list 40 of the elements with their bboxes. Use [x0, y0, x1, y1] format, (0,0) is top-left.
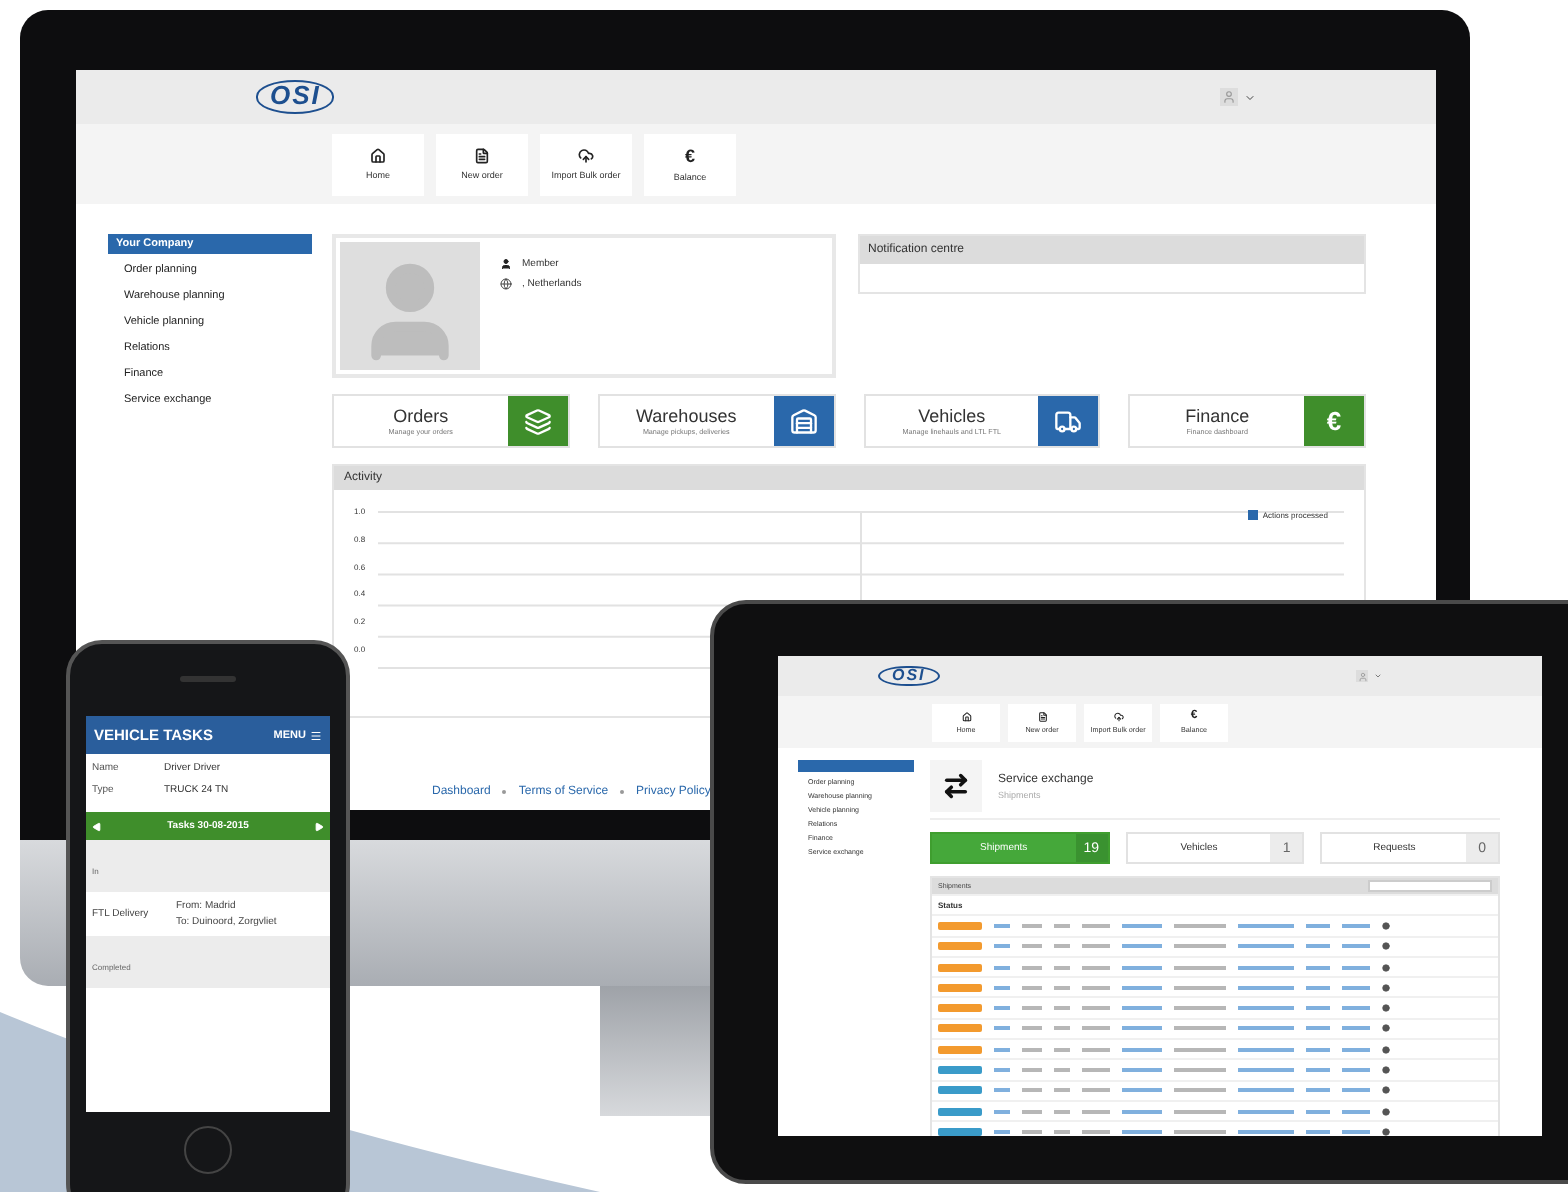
row-action-icon[interactable]: [1382, 1086, 1390, 1095]
next-icon[interactable]: [314, 821, 324, 831]
truck-icon: [1054, 407, 1083, 435]
cloud-upload-icon: [578, 148, 594, 164]
home-key: [184, 1126, 232, 1174]
user-icon[interactable]: [1357, 671, 1367, 681]
logo: OSI: [256, 80, 335, 114]
row-action-icon[interactable]: [1382, 983, 1390, 992]
home-icon: [961, 711, 971, 721]
cloud-upload-icon: [1113, 711, 1123, 721]
row-action-icon[interactable]: [1382, 1066, 1390, 1075]
tile-title: Vehicles: [918, 406, 986, 426]
globe-icon: [500, 278, 512, 290]
legend-swatch: [1248, 510, 1259, 520]
logo: OSI: [878, 665, 940, 687]
avatar-silhouette: [340, 242, 480, 370]
menu-icon: [310, 729, 322, 741]
layers-icon: [523, 407, 552, 435]
row-action-icon[interactable]: [1382, 1004, 1390, 1013]
warehouse-icon: [789, 407, 817, 435]
document-icon: [1037, 711, 1047, 721]
row-action-icon[interactable]: [1382, 921, 1390, 930]
row-action-icon[interactable]: [1382, 1107, 1390, 1116]
exchange-icon: [942, 772, 970, 800]
search-field[interactable]: [1368, 880, 1492, 892]
tile-title: Finance: [1185, 406, 1250, 426]
home-icon: [370, 148, 386, 164]
tile-title: Orders: [393, 406, 449, 426]
user-icon[interactable]: [1222, 90, 1236, 104]
tile-title: Warehouses: [636, 406, 737, 426]
row-action-icon[interactable]: [1382, 963, 1390, 972]
user-icon: [500, 258, 512, 270]
previous-icon[interactable]: [92, 821, 102, 831]
row-action-icon[interactable]: [1382, 1127, 1390, 1136]
row-action-icon[interactable]: [1382, 1045, 1390, 1054]
tile-icon-background: €: [1304, 396, 1364, 446]
document-icon: [474, 148, 490, 164]
row-action-icon[interactable]: [1382, 1024, 1390, 1033]
row-action-icon[interactable]: [1382, 942, 1390, 951]
caret-icon[interactable]: [1244, 91, 1256, 103]
